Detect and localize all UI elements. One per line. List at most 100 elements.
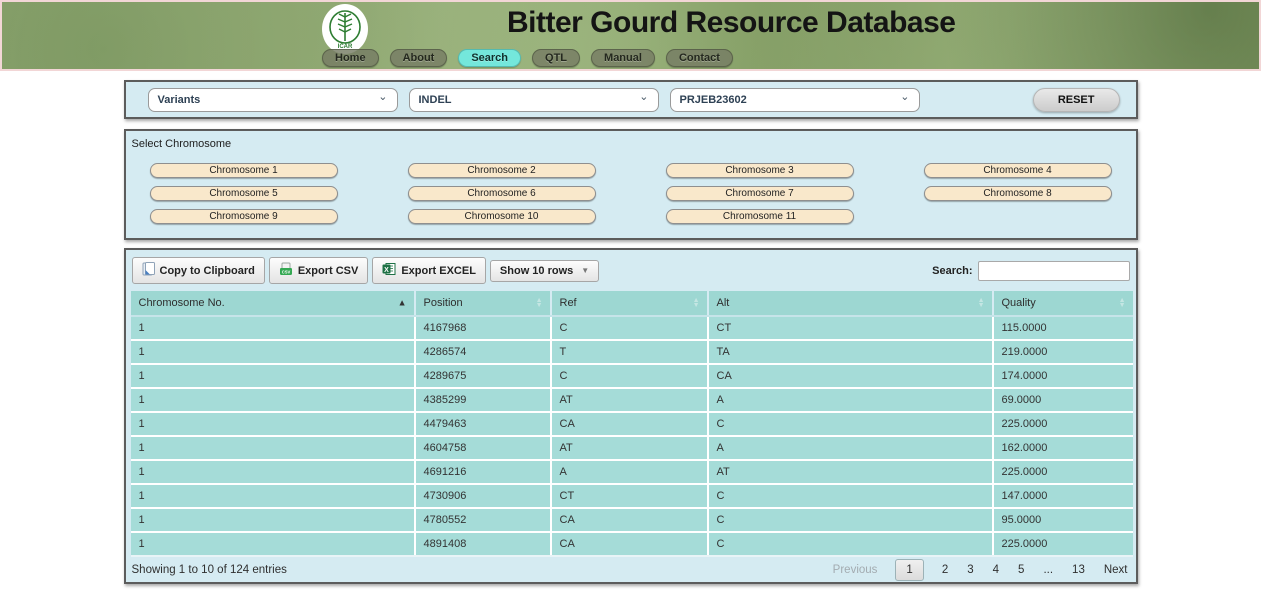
page-previous[interactable]: Previous [833, 564, 878, 576]
filter-selects: Variants⌄ INDEL⌄ PRJEB23602⌄ [148, 88, 920, 112]
table-cell: 1 [131, 436, 415, 460]
table-cell: CA [551, 532, 708, 556]
chromosome-button-11[interactable]: Chromosome 11 [666, 209, 854, 224]
page-5[interactable]: 5 [1018, 564, 1024, 576]
table-header-row: Chromosome No.▲Position▲▼Ref▲▼Alt▲▼Quali… [131, 291, 1133, 316]
table-row: 14604758ATA162.0000 [131, 436, 1133, 460]
copy-to-clipboard-label: Copy to Clipboard [160, 265, 255, 277]
table-cell: 1 [131, 532, 415, 556]
select-chromosome-label: Select Chromosome [126, 136, 1136, 150]
table-cell: C [708, 484, 993, 508]
column-header-quality[interactable]: Quality▲▼ [993, 291, 1133, 316]
show-rows-dropdown[interactable]: Show 10 rows ▼ [490, 260, 599, 282]
chromosome-button-3[interactable]: Chromosome 3 [666, 163, 854, 178]
chromosome-button-10[interactable]: Chromosome 10 [408, 209, 596, 224]
table-row: 14289675CCA174.0000 [131, 364, 1133, 388]
table-cell: AT [551, 436, 708, 460]
column-header-ref[interactable]: Ref▲▼ [551, 291, 708, 316]
filter-panel: Variants⌄ INDEL⌄ PRJEB23602⌄ RESET [124, 80, 1138, 119]
table-cell: CA [551, 412, 708, 436]
table-cell: CT [551, 484, 708, 508]
table-cell: 1 [131, 508, 415, 532]
page-1[interactable]: 1 [895, 559, 923, 581]
sort-icon: ▲▼ [978, 297, 985, 309]
chevron-down-icon: ⌄ [639, 92, 648, 103]
chromosome-button-4[interactable]: Chromosome 4 [924, 163, 1112, 178]
project-select[interactable]: PRJEB23602⌄ [670, 88, 920, 112]
chromosome-button-7[interactable]: Chromosome 7 [666, 186, 854, 201]
column-header-position[interactable]: Position▲▼ [415, 291, 551, 316]
table-cell: 225.0000 [993, 412, 1133, 436]
sort-ascending-icon: ▲ [398, 299, 407, 308]
chromosome-button-5[interactable]: Chromosome 5 [150, 186, 338, 201]
results-panel: Copy to Clipboard CSV Export CSV [124, 248, 1138, 584]
csv-file-icon: CSV [279, 262, 293, 279]
table-cell: 225.0000 [993, 532, 1133, 556]
table-cell: 1 [131, 484, 415, 508]
nav-item-home[interactable]: Home [322, 49, 379, 67]
caret-down-icon: ▼ [581, 266, 589, 275]
chromosome-button-2[interactable]: Chromosome 2 [408, 163, 596, 178]
table-cell: 1 [131, 316, 415, 340]
export-excel-label: Export EXCEL [401, 265, 476, 277]
nav-item-qtl[interactable]: QTL [532, 49, 580, 67]
table-cell: TA [708, 340, 993, 364]
table-cell: CA [708, 364, 993, 388]
excel-file-icon: X [382, 262, 396, 279]
table-cell: C [551, 364, 708, 388]
export-excel-button[interactable]: X Export EXCEL [372, 257, 486, 284]
variant-type-select[interactable]: INDEL⌄ [409, 88, 659, 112]
nav-item-search[interactable]: Search [458, 49, 521, 67]
page-4[interactable]: 4 [993, 564, 999, 576]
table-cell: AT [708, 460, 993, 484]
table-row: 14286574TTA219.0000 [131, 340, 1133, 364]
search-input[interactable] [978, 261, 1130, 281]
nav-item-about[interactable]: About [390, 49, 448, 67]
table-cell: 1 [131, 460, 415, 484]
table-cell: A [708, 388, 993, 412]
chromosome-panel: Select Chromosome Chromosome 1 Chromosome… [124, 129, 1138, 240]
table-cell: 4891408 [415, 532, 551, 556]
column-header-alt[interactable]: Alt▲▼ [708, 291, 993, 316]
page-13[interactable]: 13 [1072, 564, 1085, 576]
table-cell: 4691216 [415, 460, 551, 484]
main-nav: Home About Search QTL Manual Contact [322, 49, 733, 67]
table-cell: CT [708, 316, 993, 340]
table-cell: 95.0000 [993, 508, 1133, 532]
table-row: 14479463CAC225.0000 [131, 412, 1133, 436]
chromosome-button-9[interactable]: Chromosome 9 [150, 209, 338, 224]
export-csv-button[interactable]: CSV Export CSV [269, 257, 369, 284]
table-row: 14385299ATA69.0000 [131, 388, 1133, 412]
pagination: Previous12345...13Next [833, 564, 1128, 576]
variants-select[interactable]: Variants⌄ [148, 88, 398, 112]
column-header-chromosome-no-[interactable]: Chromosome No.▲ [131, 291, 415, 316]
table-cell: 69.0000 [993, 388, 1133, 412]
copy-to-clipboard-button[interactable]: Copy to Clipboard [132, 257, 265, 284]
table-cell: T [551, 340, 708, 364]
table-cell: 225.0000 [993, 460, 1133, 484]
chromosome-button-8[interactable]: Chromosome 8 [924, 186, 1112, 201]
page-next[interactable]: Next [1104, 564, 1128, 576]
search-label: Search: [932, 265, 972, 277]
table-cell: 1 [131, 412, 415, 436]
table-cell: C [708, 412, 993, 436]
table-cell: 147.0000 [993, 484, 1133, 508]
nav-item-manual[interactable]: Manual [591, 49, 655, 67]
table-cell: 1 [131, 388, 415, 412]
table-row: 14691216AAT225.0000 [131, 460, 1133, 484]
page-3[interactable]: 3 [967, 564, 973, 576]
variants-table: Chromosome No.▲Position▲▼Ref▲▼Alt▲▼Quali… [131, 291, 1133, 557]
table-cell: C [551, 316, 708, 340]
table-cell: 4780552 [415, 508, 551, 532]
chromosome-button-6[interactable]: Chromosome 6 [408, 186, 596, 201]
table-cell: 1 [131, 340, 415, 364]
nav-item-contact[interactable]: Contact [666, 49, 733, 67]
reset-button[interactable]: RESET [1033, 88, 1120, 112]
table-cell: C [708, 508, 993, 532]
page-title: Bitter Gourd Resource Database [507, 6, 955, 40]
page-2[interactable]: 2 [942, 564, 948, 576]
table-cell: C [708, 532, 993, 556]
table-row: 14780552CAC95.0000 [131, 508, 1133, 532]
table-cell: 4289675 [415, 364, 551, 388]
chromosome-button-1[interactable]: Chromosome 1 [150, 163, 338, 178]
